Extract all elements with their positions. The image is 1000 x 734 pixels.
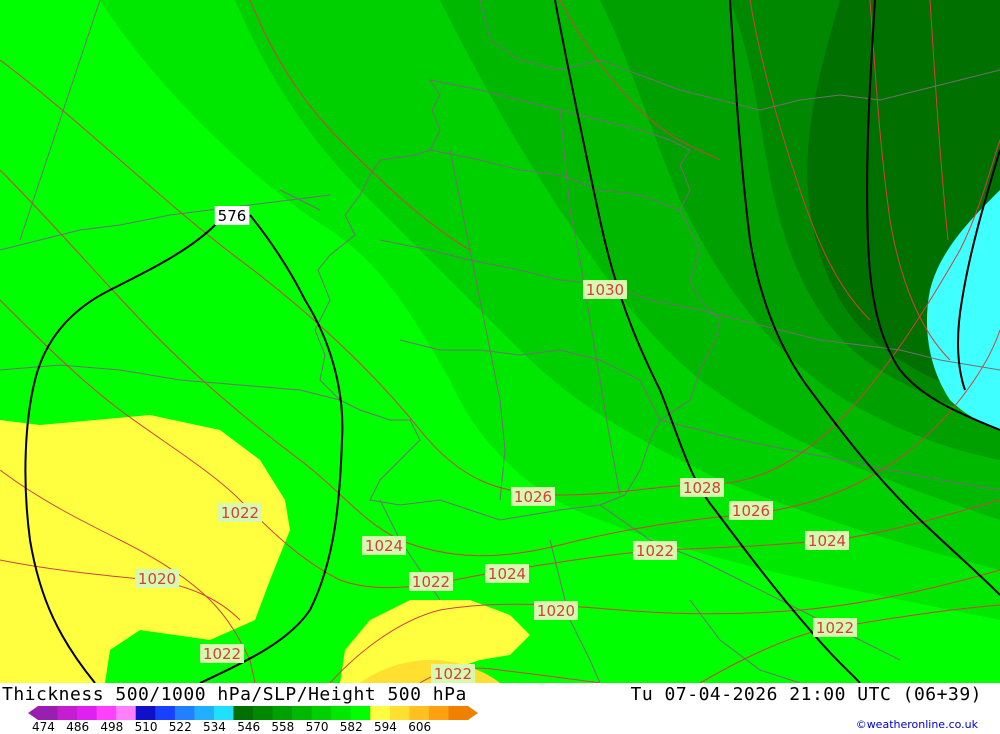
legend-swatch — [96, 706, 117, 720]
isobar-label: 1026 — [729, 501, 773, 520]
legend-swatch — [194, 706, 215, 720]
legend-swatch — [311, 706, 332, 720]
isobar-label: 1030 — [583, 280, 627, 299]
legend-tick-label: 498 — [100, 720, 124, 734]
isobar-label: 1022 — [633, 541, 677, 560]
legend-swatch — [77, 706, 98, 720]
legend-swatch — [253, 706, 274, 720]
isobar-label-text: 1022 — [816, 619, 854, 637]
map-datetime: Tu 07-04-2026 21:00 UTC (06+39) — [630, 684, 982, 705]
isobar-label-text: 1022 — [434, 665, 472, 683]
isobar-label-text: 1024 — [365, 537, 403, 555]
legend-tick-label: 522 — [168, 720, 192, 734]
legend-swatch — [350, 706, 371, 720]
legend-tick-label: 486 — [66, 720, 90, 734]
weather-map: 576 1030 1028 1026 1026 1024 1024 1024 1022 1022 1… — [0, 0, 1000, 683]
legend-tick-label: 474 — [32, 720, 55, 734]
legend-arrow-left — [28, 706, 38, 720]
isobar-label: 1022 — [409, 572, 453, 591]
isobar-label-text: 1022 — [636, 542, 674, 560]
legend-tick-label: 606 — [408, 720, 432, 734]
legend-swatch — [174, 706, 195, 720]
isobar-label-text: 1022 — [203, 645, 241, 663]
isobar-label: 1020 — [534, 601, 578, 620]
isobar-label: 1028 — [680, 478, 724, 497]
isobar-label: 1022 — [813, 618, 857, 637]
legend-swatch — [272, 706, 293, 720]
isobar-label-text: 1024 — [808, 532, 846, 550]
legend-swatch — [213, 706, 234, 720]
isobar-label: 1024 — [485, 564, 529, 583]
isobar-label: 1022 — [431, 664, 475, 683]
isobar-label: 1022 — [218, 503, 262, 522]
legend-tick-label: 594 — [374, 720, 397, 734]
legend-swatch — [331, 706, 352, 720]
legend-swatch — [409, 706, 430, 720]
isobar-label-text: 1030 — [586, 281, 624, 299]
legend-tick-label: 558 — [271, 720, 295, 734]
isobar-label: 1022 — [200, 644, 244, 663]
legend-tick-label: 510 — [134, 720, 158, 734]
legend-tick-label: 570 — [305, 720, 329, 734]
legend-swatch — [428, 706, 449, 720]
legend-swatch — [292, 706, 313, 720]
legend-swatch — [116, 706, 137, 720]
legend-swatch — [448, 706, 469, 720]
isobar-label-text: 1026 — [732, 502, 770, 520]
isobar-label: 1020 — [135, 569, 179, 588]
isobar-label: 1024 — [362, 536, 406, 555]
isobar-label: 1026 — [511, 487, 555, 506]
legend-swatch — [370, 706, 391, 720]
legend-ticks: 474 486 498 510 522 534 546 558 570 582 594 606 — [30, 720, 510, 734]
isobar-label-text: 1022 — [412, 573, 450, 591]
isobar-label-text: 1026 — [514, 488, 552, 506]
legend-swatch — [38, 706, 59, 720]
legend-tick-label: 546 — [237, 720, 261, 734]
map-title: Thickness 500/1000 hPa/SLP/Height 500 hP… — [2, 684, 467, 705]
isobar-label: 1024 — [805, 531, 849, 550]
height-label: 576 — [214, 206, 250, 225]
isobar-label-text: 1020 — [138, 570, 176, 588]
credit-link[interactable]: ©weatheronline.co.uk — [856, 718, 978, 731]
legend-tick-label: 582 — [339, 720, 363, 734]
isobar-label-text: 1022 — [221, 504, 259, 522]
legend-swatch — [155, 706, 176, 720]
legend-arrow-right — [468, 706, 478, 720]
color-legend — [28, 706, 478, 720]
height-label-text: 576 — [218, 207, 247, 225]
isobar-label-text: 1028 — [683, 479, 721, 497]
legend-swatch — [233, 706, 254, 720]
isobar-label-text: 1024 — [488, 565, 526, 583]
isobar-label-text: 1020 — [537, 602, 575, 620]
legend-tick-label: 534 — [203, 720, 226, 734]
legend-swatch — [57, 706, 78, 720]
legend-swatch — [135, 706, 156, 720]
legend-swatch — [389, 706, 410, 720]
